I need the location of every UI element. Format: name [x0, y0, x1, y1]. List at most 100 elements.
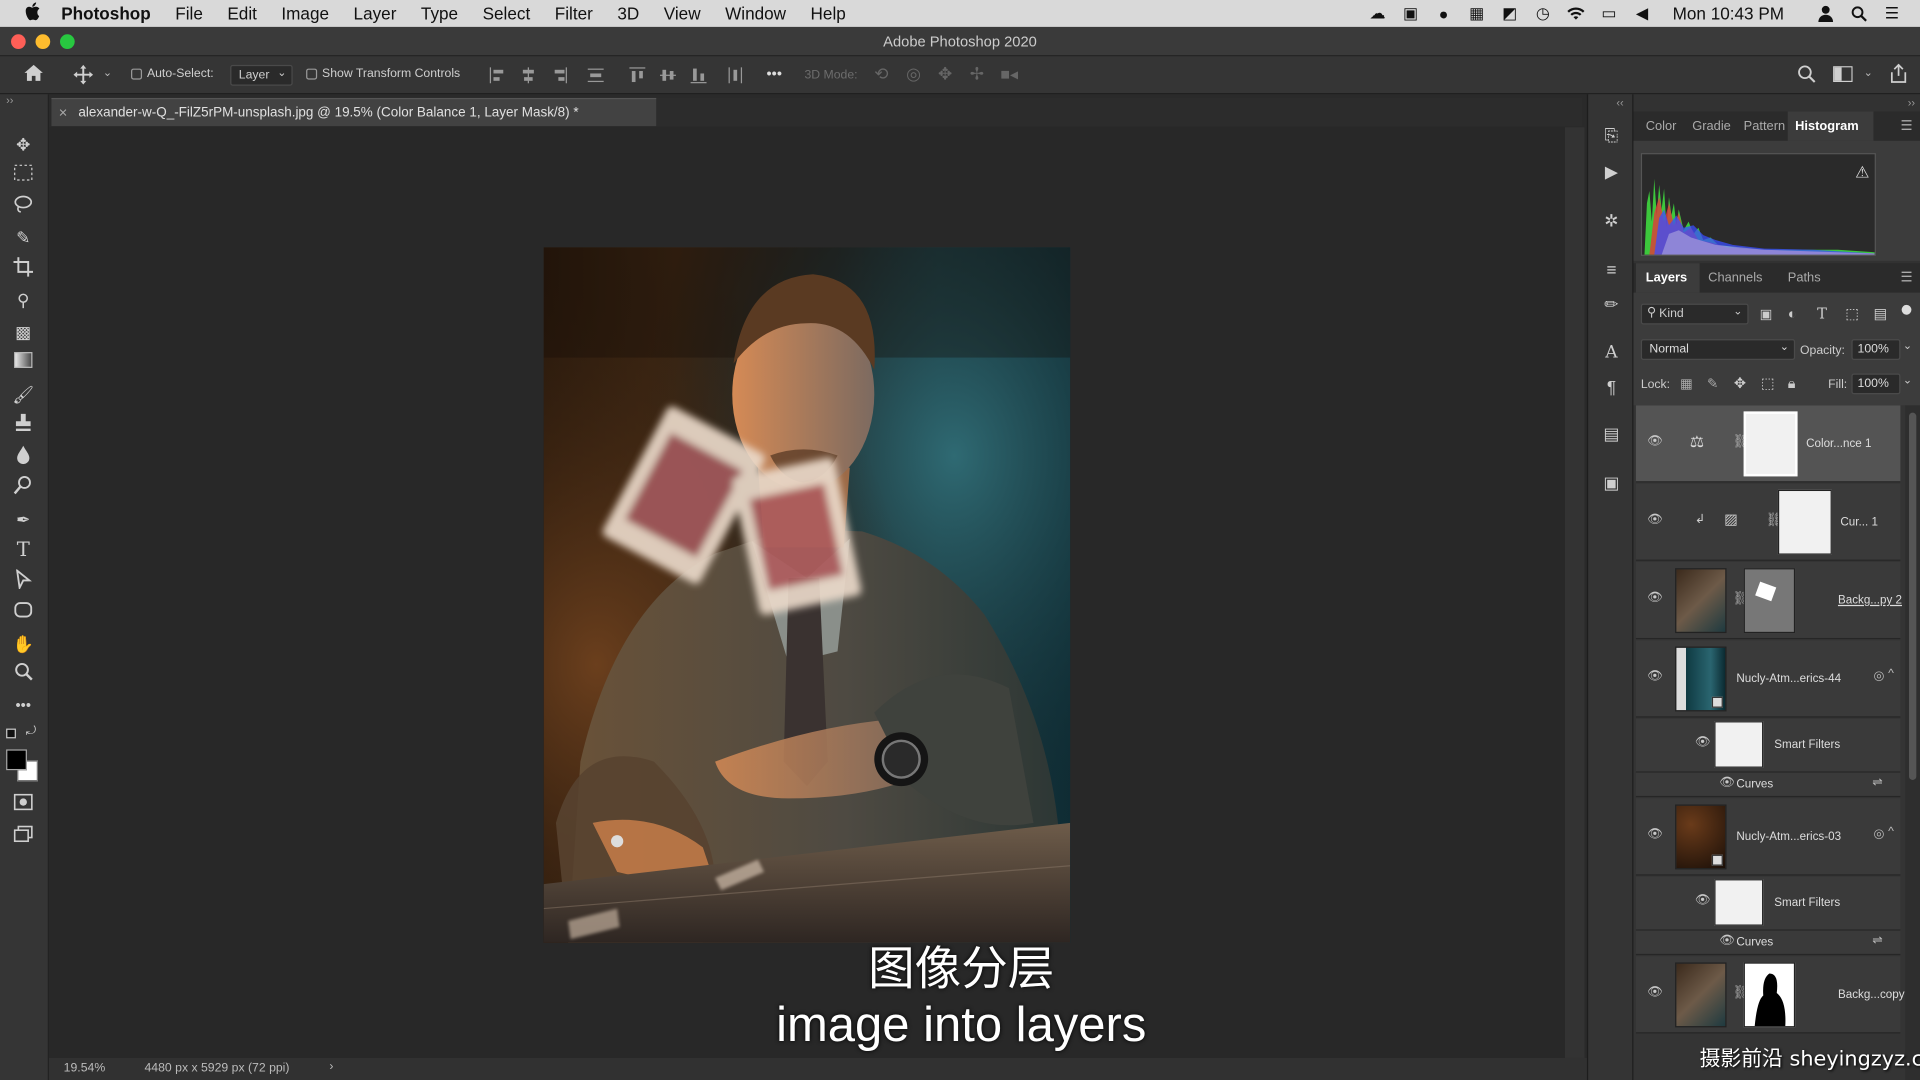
camera-icon[interactable]: ◩: [1499, 4, 1521, 22]
layer-row-curves[interactable]: 👁︎ ↲ ▨ ⛓ Cur... 1: [1635, 483, 1901, 561]
lock-artboard-icon[interactable]: ⬚: [1761, 375, 1775, 392]
brush-settings-icon[interactable]: ✲: [1600, 209, 1622, 231]
zoom-level[interactable]: 19.54%: [64, 1062, 106, 1075]
chevron-down-icon[interactable]: ⌄: [1903, 339, 1912, 352]
layer-mask-thumbnail[interactable]: [1743, 568, 1796, 634]
edit-toolbar-icon[interactable]: •••: [10, 693, 37, 717]
tab-channels[interactable]: Channels: [1708, 271, 1762, 286]
brushes-panel-icon[interactable]: ✏: [1600, 293, 1622, 315]
adjustment-layer-filter-icon[interactable]: ◐: [1788, 305, 1797, 322]
histogram-warning-icon[interactable]: ⚠: [1855, 163, 1869, 183]
layer-mask-thumbnail[interactable]: [1743, 411, 1798, 477]
filter-blending-options-icon[interactable]: ⇌: [1872, 934, 1882, 947]
chevron-down-icon[interactable]: ⌄: [1864, 66, 1873, 79]
control-center-icon[interactable]: ☰: [1881, 4, 1903, 22]
foreground-color-swatch[interactable]: [6, 749, 27, 771]
layer-name[interactable]: Nucly-Atm...erics-03: [1736, 830, 1841, 843]
wifi-icon[interactable]: [1565, 5, 1587, 22]
auto-select-dropdown[interactable]: Layer ⌄: [230, 64, 293, 86]
distribute-vertical-icon[interactable]: [587, 67, 604, 83]
path-selection-tool-icon[interactable]: [10, 568, 37, 593]
smart-object-thumbnail[interactable]: [1675, 646, 1727, 712]
filter-blending-options-icon[interactable]: ⇌: [1872, 776, 1882, 789]
lock-transparent-pixels-icon[interactable]: ▦: [1680, 376, 1693, 392]
close-document-icon[interactable]: ×: [59, 104, 68, 121]
layer-row-color-balance[interactable]: 👁︎ ⚖ ⛓ Color...nce 1: [1635, 405, 1901, 483]
expand-effects-icon[interactable]: ^: [1888, 667, 1894, 680]
visibility-eye-icon[interactable]: 👁︎: [1719, 934, 1736, 951]
status-menu-arrow[interactable]: ›: [329, 1060, 333, 1073]
default-colors-icon[interactable]: [6, 728, 16, 739]
menu-file[interactable]: File: [175, 4, 203, 24]
chevron-down-icon[interactable]: ⌄: [1903, 373, 1912, 386]
hand-tool-icon[interactable]: ✋: [10, 632, 37, 656]
menubar-clock[interactable]: Mon 10:43 PM: [1673, 4, 1785, 24]
layer-row-background-copy[interactable]: 👁︎ ⛓ Backg...copy: [1635, 956, 1905, 1034]
smart-filter-indicator-icon[interactable]: ◎: [1873, 828, 1884, 841]
layer-mask-thumbnail[interactable]: [1777, 489, 1832, 555]
vertical-scrollbar[interactable]: [1564, 127, 1585, 1058]
visibility-eye-icon[interactable]: 👁︎: [1647, 513, 1664, 530]
tab-layers[interactable]: Layers: [1646, 271, 1687, 286]
filter-name[interactable]: Curves: [1736, 936, 1773, 949]
menu-edit[interactable]: Edit: [227, 4, 257, 24]
smart-filters-row[interactable]: 👁︎ Smart Filters: [1635, 876, 1901, 931]
show-transform-controls-checkbox[interactable]: Show Transform Controls: [306, 67, 460, 81]
layer-name[interactable]: Nucly-Atm...erics-44: [1736, 672, 1841, 685]
layer-name[interactable]: Cur... 1: [1840, 516, 1878, 529]
document-tab[interactable]: × alexander-w-Q_-FilZ5rPM-unsplash.jpg @…: [51, 97, 657, 127]
eyedropper-tool-icon[interactable]: ⚲: [10, 288, 37, 312]
lasso-tool-icon[interactable]: [10, 195, 37, 219]
pen-tool-icon[interactable]: ✒: [10, 507, 37, 531]
tab-paths[interactable]: Paths: [1788, 271, 1821, 286]
brush-tool-icon[interactable]: 🖌: [10, 382, 37, 406]
menu-app-name[interactable]: Photoshop: [61, 4, 151, 24]
visibility-eye-icon[interactable]: 👁︎: [1647, 435, 1664, 452]
slide-3d-icon[interactable]: ✢: [970, 64, 984, 85]
lock-image-pixels-icon[interactable]: ✎: [1707, 376, 1718, 392]
dodge-tool-icon[interactable]: [10, 475, 37, 499]
workspace-layout-icon[interactable]: [1833, 66, 1853, 86]
airplay-icon[interactable]: ▭: [1598, 4, 1620, 22]
menu-image[interactable]: Image: [281, 4, 329, 24]
history-panel-icon[interactable]: ⎘: [1600, 124, 1622, 146]
menu-view[interactable]: View: [664, 4, 701, 24]
screen-mode-icon[interactable]: [10, 824, 37, 848]
panel-menu-icon[interactable]: ☰: [1901, 118, 1913, 134]
layer-kind-filter[interactable]: ⚲ Kind ⌄: [1640, 303, 1749, 325]
filter-toggle-icon[interactable]: [1901, 304, 1912, 315]
smart-object-thumbnail[interactable]: [1675, 804, 1727, 870]
messenger-icon[interactable]: ●: [1433, 4, 1455, 22]
align-right-edges-icon[interactable]: [551, 67, 567, 84]
menu-window[interactable]: Window: [725, 4, 786, 24]
layer-name[interactable]: Backg...py 2: [1838, 594, 1902, 607]
filter-row-curves[interactable]: 👁︎ Curves ⇌: [1635, 930, 1901, 956]
align-horizontal-centers-icon[interactable]: [520, 67, 536, 84]
orbit-3d-icon[interactable]: ⟲: [874, 64, 888, 85]
smart-filter-indicator-icon[interactable]: ◎: [1873, 670, 1884, 683]
lock-all-icon[interactable]: 🔒︎: [1788, 375, 1796, 393]
crop-tool-icon[interactable]: [10, 257, 37, 281]
menu-help[interactable]: Help: [811, 4, 846, 24]
character-panel-icon[interactable]: A: [1600, 342, 1622, 364]
adjustments-panel-icon[interactable]: ≡: [1600, 258, 1622, 280]
roll-3d-icon[interactable]: ◎: [906, 64, 921, 85]
time-machine-icon[interactable]: ◷: [1532, 4, 1554, 22]
tab-histogram[interactable]: Histogram: [1795, 119, 1859, 134]
layer-row-nucly-44[interactable]: 👁︎ Nucly-Atm...erics-44 ◎ ^: [1635, 640, 1901, 718]
layer-thumbnail[interactable]: [1675, 568, 1727, 634]
rectangle-tool-icon[interactable]: [10, 600, 37, 624]
pan-3d-icon[interactable]: ✥: [938, 64, 952, 85]
smart-filter-mask-thumbnail[interactable]: [1714, 721, 1764, 768]
quick-selection-tool-icon[interactable]: ✎: [10, 225, 37, 249]
screen-recorder-icon[interactable]: ▣: [1400, 4, 1422, 22]
auto-select-checkbox[interactable]: Auto-Select:: [131, 67, 214, 81]
collapse-dock-icon[interactable]: ››: [1908, 97, 1915, 109]
gradient-tool-icon[interactable]: [10, 350, 37, 374]
tab-gradients[interactable]: Gradie: [1692, 119, 1731, 134]
filter-row-curves[interactable]: 👁︎ Curves ⇌: [1635, 772, 1901, 798]
grid-app-icon[interactable]: ▦: [1466, 4, 1488, 22]
creative-cloud-icon[interactable]: ☁: [1366, 4, 1388, 22]
visibility-eye-icon[interactable]: 👁︎: [1647, 670, 1664, 687]
rectangular-marquee-tool-icon[interactable]: [10, 163, 37, 187]
